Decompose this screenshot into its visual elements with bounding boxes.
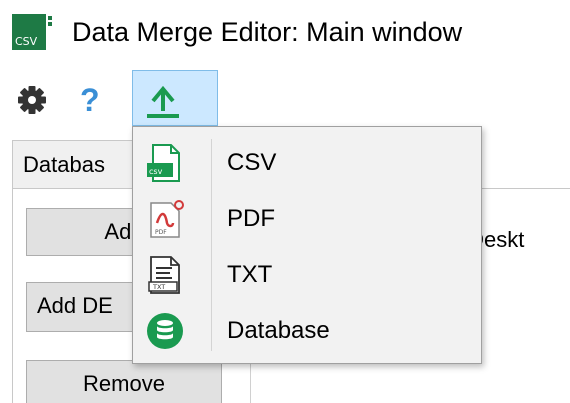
menu-item-database-label: Database: [227, 317, 330, 344]
app-icon-text: CSV: [15, 35, 38, 48]
database-icon: [147, 313, 183, 349]
menu-item-csv-label: CSV: [227, 149, 277, 176]
remove-button[interactable]: Remove: [26, 360, 222, 403]
help-button[interactable]: ?: [72, 80, 112, 120]
txt-file-icon: TXT: [148, 256, 180, 294]
menu-item-pdf-label: PDF: [227, 205, 275, 232]
svg-text:PDF: PDF: [155, 229, 167, 236]
export-dropdown-menu: csv CSV PDF PDF TXT TXT Database: [132, 126, 482, 364]
menu-item-txt-label: TXT: [227, 261, 273, 288]
export-button[interactable]: [132, 70, 218, 126]
app-csv-icon: CSV: [12, 14, 52, 50]
svg-text:TXT: TXT: [152, 283, 165, 291]
menu-item-pdf[interactable]: PDF PDF: [133, 191, 481, 247]
svg-text:csv: csv: [149, 167, 163, 176]
csv-file-icon: csv: [147, 144, 180, 182]
panel-left-border: [12, 188, 13, 403]
menu-item-txt[interactable]: TXT TXT: [133, 247, 481, 303]
window-title: Data Merge Editor: Main window: [72, 17, 463, 47]
menu-item-csv[interactable]: csv CSV: [133, 135, 481, 191]
upload-export-icon: [147, 85, 179, 118]
help-icon: ?: [80, 82, 100, 118]
title-bar: CSV Data Merge Editor: Main window: [0, 0, 570, 62]
gear-icon: [18, 86, 46, 114]
settings-button[interactable]: [12, 80, 52, 120]
main-window: CSV Data Merge Editor: Main window ? Dat: [0, 0, 570, 403]
pdf-file-icon: PDF: [150, 200, 184, 238]
remove-button-label: Remove: [83, 371, 165, 396]
tab-database-label: Databas: [23, 152, 105, 177]
menu-item-database[interactable]: Database: [133, 303, 481, 359]
